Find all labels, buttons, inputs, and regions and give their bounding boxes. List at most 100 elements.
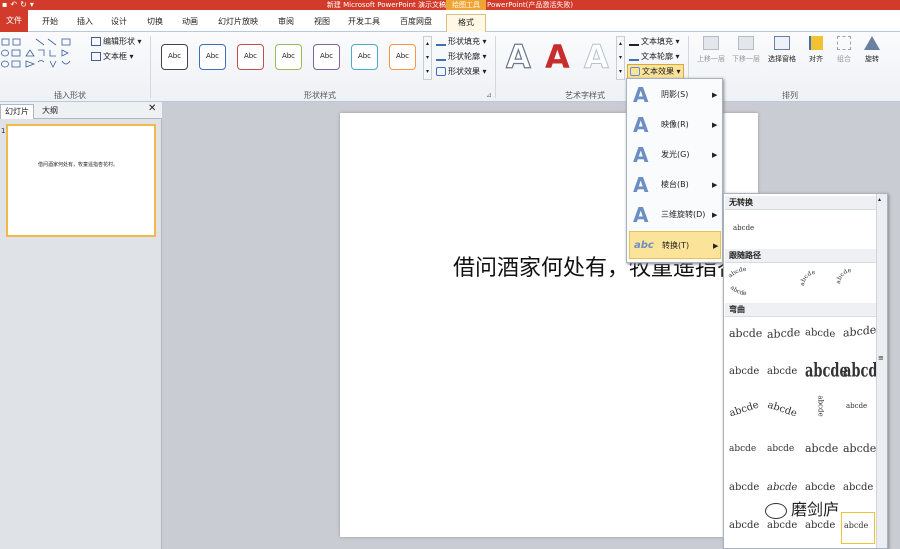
warp-option[interactable]: abcde <box>766 400 798 420</box>
warp-option[interactable]: abcde <box>805 520 835 531</box>
warp-option[interactable]: abcde <box>805 442 838 455</box>
wordart-style-outline[interactable]: A <box>505 39 531 74</box>
warp-option[interactable]: abcde <box>729 327 762 340</box>
wordart-style-light[interactable]: A <box>584 40 610 75</box>
shape-fill-button[interactable]: 形状填充 ▾ <box>436 36 487 47</box>
warp-option[interactable]: abcde <box>843 482 873 493</box>
scroll-thumb[interactable]: ≡ <box>878 354 884 362</box>
warp-option[interactable]: abcde <box>805 327 835 340</box>
warp-option[interactable]: abcde <box>729 482 759 493</box>
wordart-style-red[interactable]: A <box>545 40 570 74</box>
text-fill-label: 文本填充 <box>641 37 673 46</box>
redo-icon[interactable]: ↻ <box>20 0 27 10</box>
warp-option[interactable]: abcde <box>805 361 848 382</box>
tab-view[interactable]: 视图 <box>310 14 334 30</box>
tab-slideshow[interactable]: 幻灯片放映 <box>214 14 262 30</box>
transform-option-none[interactable]: abcde <box>733 224 754 232</box>
group-label: 组合 <box>837 55 851 63</box>
shape-style-swatch[interactable]: Abc <box>161 44 188 70</box>
text-box-button[interactable]: 文本框 ▾ <box>91 51 134 62</box>
edit-shape-button[interactable]: 编辑形状 ▾ <box>91 36 142 47</box>
tab-slides[interactable]: 幻灯片 <box>0 104 34 119</box>
menu-item-label: 发光(G) <box>661 150 690 159</box>
tab-format[interactable]: 格式 <box>446 14 486 32</box>
warp-option[interactable]: abcde <box>766 482 798 493</box>
shape-fill-label: 形状填充 <box>448 37 480 46</box>
menu-item-shadow[interactable]: A 阴影(S) ▶ <box>629 81 721 109</box>
shape-style-swatch[interactable]: Abc <box>313 44 340 70</box>
section-warp: 弯曲 <box>725 303 876 317</box>
gallery-scroll-button[interactable]: ▴ ▾ ▾ <box>423 36 432 80</box>
menu-item-label: 转换(T) <box>662 241 690 250</box>
menu-item-bevel[interactable]: A 棱台(B) ▶ <box>629 171 721 199</box>
tab-home[interactable]: 开始 <box>38 14 62 30</box>
text-outline-button[interactable]: 文本轮廓 ▾ <box>629 51 680 62</box>
warp-option[interactable]: abcde <box>728 400 760 420</box>
customize-qat-icon[interactable]: ▾ <box>30 0 34 10</box>
menu-item-3d-rotation[interactable]: A 三维旋转(D) ▶ <box>629 201 721 229</box>
shape-style-swatch[interactable]: Abc <box>237 44 264 70</box>
warp-option[interactable]: abcde <box>729 520 759 531</box>
shape-style-swatch[interactable]: Abc <box>389 44 416 70</box>
warp-option[interactable]: abcde <box>729 444 756 454</box>
bring-forward-button[interactable]: 上移一层 <box>696 36 726 76</box>
follow-path-options[interactable]: abcde abcde abcde abcde <box>726 264 876 302</box>
gallery-scrollbar[interactable]: ▴ ≡ <box>876 194 887 548</box>
warp-option[interactable]: abcde <box>846 402 867 410</box>
tab-file[interactable]: 文件 <box>0 10 28 32</box>
text-fill-button[interactable]: 文本填充 ▾ <box>629 36 680 47</box>
transform-icon: abc <box>634 240 654 251</box>
shape-style-swatch[interactable]: Abc <box>199 44 226 70</box>
text-effects-button[interactable]: 文本效果 ▾ <box>627 64 684 79</box>
shape-style-swatch[interactable]: Abc <box>275 44 302 70</box>
warp-option[interactable]: abcde <box>767 326 800 341</box>
slide-thumbnail[interactable]: 借问酒家何处有，牧童遥指杏花村。 <box>6 124 156 237</box>
warp-option[interactable]: abcde <box>843 323 876 340</box>
dialog-launcher-icon[interactable]: ⊿ <box>486 91 492 99</box>
tab-baidu-netdisk[interactable]: 百度网盘 <box>396 14 436 30</box>
save-icon[interactable]: ▪ <box>2 0 7 10</box>
scroll-up-icon[interactable]: ▴ <box>878 196 881 203</box>
text-outline-icon <box>629 52 639 61</box>
close-icon[interactable]: ✕ <box>148 103 156 114</box>
align-label: 对齐 <box>809 55 823 63</box>
warp-option[interactable]: abcde <box>841 512 875 544</box>
align-button[interactable]: 对齐 <box>804 36 828 76</box>
group-button[interactable]: 组合 <box>832 36 856 76</box>
tab-design[interactable]: 设计 <box>107 14 131 30</box>
warp-option[interactable]: abcde <box>767 520 797 531</box>
warp-option[interactable]: abcde <box>767 366 797 377</box>
rotate-button[interactable]: 旋转 <box>860 36 884 76</box>
tab-developer[interactable]: 开发工具 <box>344 14 384 30</box>
wechat-icon <box>765 502 787 519</box>
menu-item-glow[interactable]: A 发光(G) ▶ <box>629 141 721 169</box>
warp-option[interactable]: abcde <box>843 442 876 455</box>
menu-item-transform[interactable]: abc 转换(T) ▶ <box>629 231 721 259</box>
tab-animations[interactable]: 动画 <box>178 14 202 30</box>
3d-rotation-icon: A <box>633 203 649 227</box>
warp-option[interactable]: abcde <box>817 395 825 416</box>
selection-pane-button[interactable]: 选择窗格 <box>764 36 800 76</box>
tab-transitions[interactable]: 切换 <box>143 14 167 30</box>
path-option-arch-up: abcde <box>727 266 747 280</box>
shapes-gallery[interactable] <box>0 36 84 70</box>
shape-outline-button[interactable]: 形状轮廓 ▾ <box>436 51 487 62</box>
shape-style-swatch[interactable]: Abc <box>351 44 378 70</box>
glow-icon: A <box>633 143 649 167</box>
wordart-scroll-button[interactable]: ▴ ▾ ▾ <box>616 36 625 80</box>
submenu-arrow-icon: ▶ <box>712 121 718 129</box>
rotate-icon <box>864 36 880 50</box>
warp-option[interactable]: abcde <box>729 366 759 377</box>
tab-review[interactable]: 审阅 <box>274 14 298 30</box>
shape-effects-button[interactable]: 形状效果 ▾ <box>436 66 487 77</box>
warp-option[interactable]: abcde <box>805 482 835 493</box>
ribbon: 编辑形状 ▾ 文本框 ▾ 插入形状 Abc Abc Abc Abc Abc Ab… <box>0 32 900 102</box>
warp-option[interactable]: abcde <box>767 444 794 454</box>
text-effects-label: 文本效果 <box>642 67 674 76</box>
menu-item-label: 三维旋转(D) <box>661 210 706 219</box>
undo-icon[interactable]: ↶ <box>10 0 17 10</box>
tab-insert[interactable]: 插入 <box>73 14 97 30</box>
tab-outline[interactable]: 大纲 <box>42 105 58 116</box>
send-backward-button[interactable]: 下移一层 <box>729 36 763 76</box>
menu-item-reflection[interactable]: A 映像(R) ▶ <box>629 111 721 139</box>
